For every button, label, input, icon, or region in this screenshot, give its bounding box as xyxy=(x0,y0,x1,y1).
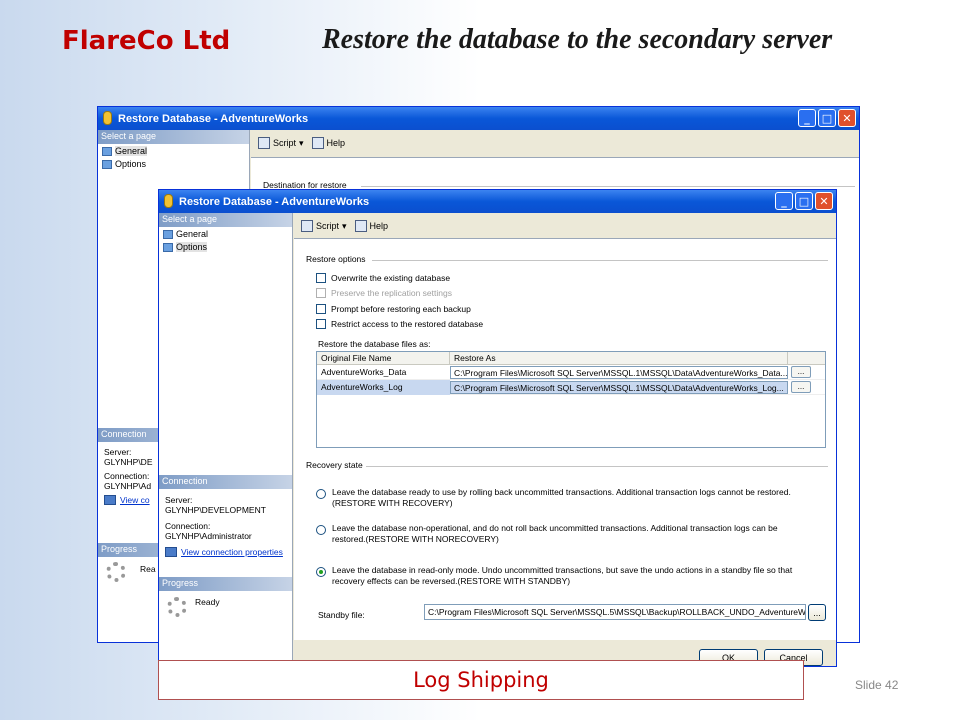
options-panel: Restore options Overwrite the existing d… xyxy=(294,238,836,640)
browse-button[interactable]: ... xyxy=(791,366,811,378)
table-row[interactable]: AdventureWorks_Data C:\Program Files\Mic… xyxy=(317,365,825,380)
slide-number: Slide 42 xyxy=(855,678,899,692)
page-icon xyxy=(163,229,173,239)
column-header-original[interactable]: Original File Name xyxy=(317,352,450,364)
page-options[interactable]: Options xyxy=(98,157,249,170)
back-title: Restore Database - AdventureWorks xyxy=(118,112,309,125)
restore-with-standby-radio[interactable]: Leave the database in read-only mode. Un… xyxy=(316,565,812,587)
maximize-button[interactable]: □ xyxy=(795,192,813,210)
restore-path-field[interactable]: C:\Program Files\Microsoft SQL Server\MS… xyxy=(450,380,788,394)
front-title: Restore Database - AdventureWorks xyxy=(179,195,370,208)
front-sidebar: Select a page General Options Connection… xyxy=(159,213,293,666)
connection-header: Connection xyxy=(159,475,292,489)
recovery-state-label: Recovery state xyxy=(306,460,363,470)
restore-with-norecovery-radio[interactable]: Leave the database non-operational, and … xyxy=(316,523,812,545)
restore-with-recovery-radio[interactable]: Leave the database ready to use by rolli… xyxy=(316,487,812,509)
brand-title: FlareCo Ltd xyxy=(62,26,231,56)
page-options[interactable]: Options xyxy=(159,240,292,253)
files-label: Restore the database files as: xyxy=(318,339,431,349)
page-general[interactable]: General xyxy=(159,227,292,240)
database-icon xyxy=(103,111,112,125)
restore-path-field[interactable]: C:\Program Files\Microsoft SQL Server\MS… xyxy=(450,365,788,379)
page-icon xyxy=(102,159,112,169)
help-button[interactable]: Help xyxy=(354,220,388,232)
page-general[interactable]: General xyxy=(98,144,249,157)
connection-icon xyxy=(104,495,116,505)
progress-header: Progress xyxy=(159,577,292,591)
restrict-access-checkbox[interactable]: Restrict access to the restored database xyxy=(316,319,483,329)
front-dialog: Restore Database - AdventureWorks _ □ ✕ … xyxy=(158,189,837,667)
preserve-replication-checkbox[interactable]: Preserve the replication settings xyxy=(316,288,452,298)
select-page-header: Select a page xyxy=(98,130,249,144)
minimize-button[interactable]: _ xyxy=(798,109,816,127)
restore-options-label: Restore options xyxy=(306,254,366,264)
back-titlebar[interactable]: Restore Database - AdventureWorks _ □ ✕ xyxy=(98,107,859,130)
maximize-button[interactable]: □ xyxy=(818,109,836,127)
database-icon xyxy=(164,194,173,208)
help-button[interactable]: Help xyxy=(311,137,345,149)
select-page-header: Select a page xyxy=(159,213,292,227)
progress-spinner-icon xyxy=(106,562,126,582)
page-icon xyxy=(163,242,173,252)
progress-spinner-icon xyxy=(167,597,187,617)
script-button[interactable]: Script ▾ xyxy=(258,137,304,149)
view-connection-properties-link[interactable]: View connection properties xyxy=(159,545,292,559)
slide-title: Restore the database to the secondary se… xyxy=(322,24,833,55)
column-header-restore-as[interactable]: Restore As xyxy=(450,352,788,364)
footer-caption: Log Shipping xyxy=(158,660,804,700)
overwrite-checkbox[interactable]: Overwrite the existing database xyxy=(316,273,450,283)
help-icon xyxy=(354,220,367,232)
table-row[interactable]: AdventureWorks_Log C:\Program Files\Micr… xyxy=(317,379,825,395)
close-button[interactable]: ✕ xyxy=(815,192,833,210)
page-icon xyxy=(102,146,112,156)
browse-button[interactable]: ... xyxy=(791,381,811,393)
script-button[interactable]: Script ▾ xyxy=(301,220,347,232)
prompt-before-restore-checkbox[interactable]: Prompt before restoring each backup xyxy=(316,304,471,314)
connection-icon xyxy=(165,547,177,557)
minimize-button[interactable]: _ xyxy=(775,192,793,210)
script-icon xyxy=(258,137,270,149)
standby-file-label: Standby file: xyxy=(318,610,365,620)
script-icon xyxy=(301,220,313,232)
front-titlebar[interactable]: Restore Database - AdventureWorks _ □ ✕ xyxy=(159,190,836,213)
restore-files-grid: Original File Name Restore As AdventureW… xyxy=(316,351,826,448)
standby-file-input[interactable]: C:\Program Files\Microsoft SQL Server\MS… xyxy=(424,604,806,620)
close-button[interactable]: ✕ xyxy=(838,109,856,127)
help-icon xyxy=(311,137,324,149)
standby-browse-button[interactable]: ... xyxy=(808,604,826,621)
